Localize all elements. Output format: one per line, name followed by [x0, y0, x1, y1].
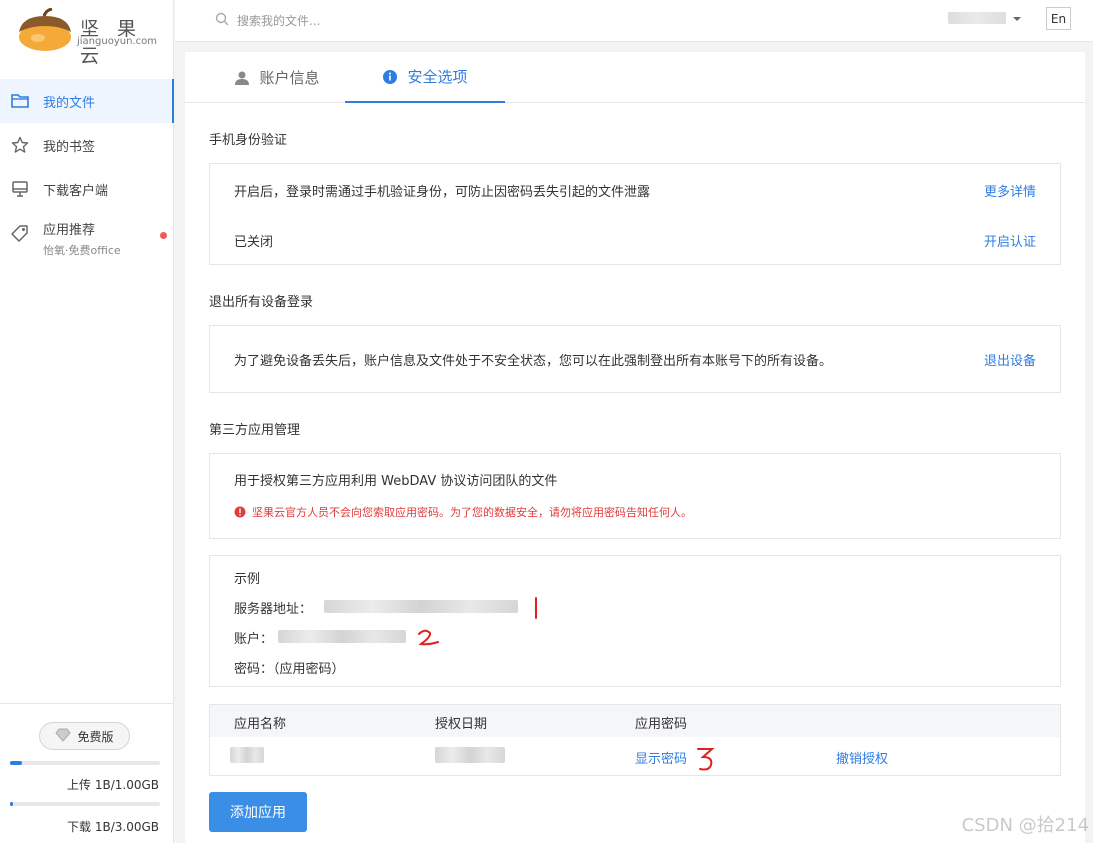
user-icon	[234, 70, 250, 86]
watermark: CSDN @拾214	[961, 815, 1089, 836]
upload-progress-fill	[10, 761, 22, 765]
download-progress-fill	[10, 802, 13, 806]
diamond-icon	[55, 728, 72, 745]
section-title-phone-auth: 手机身份验证	[209, 133, 288, 148]
example-heading: 示例	[234, 572, 261, 587]
sidebar-item-label: 我的书签	[43, 139, 96, 155]
sidebar-item-app-recommend[interactable]: 应用推荐 怡氧·免费office	[0, 211, 174, 263]
sidebar-item-bookmarks[interactable]: 我的书签	[0, 123, 174, 167]
add-app-button[interactable]: 添加应用	[209, 792, 307, 832]
sidebar-item-label: 下载客户端	[43, 183, 109, 199]
logo[interactable]: 坚 果 云 jianguoyun.com	[16, 8, 166, 67]
security-warning: 坚果云官方人员不会向您索取应用密码。为了您的数据安全，请勿将应用密码告知任何人。	[234, 504, 692, 520]
warning-text: 坚果云官方人员不会向您索取应用密码。为了您的数据安全，请勿将应用密码告知任何人。	[252, 506, 692, 519]
annotation-mark-2	[418, 629, 439, 646]
auth-date-redacted	[435, 747, 505, 763]
sidebar-item-label: 我的文件	[43, 95, 96, 111]
search-input[interactable]: 搜索我的文件...	[237, 12, 320, 29]
password-value: （应用密码）	[273, 662, 345, 677]
tag-icon	[10, 223, 30, 243]
logout-all-description: 为了避免设备丢失后，账户信息及文件处于不安全状态，您可以在此强制登出所有本账号下…	[234, 354, 833, 369]
sidebar: 坚 果 云 jianguoyun.com 我的文件 我的书签 下载客户端 应用推…	[0, 0, 174, 843]
folder-icon	[10, 91, 30, 111]
plan-badge[interactable]: 免费版	[39, 722, 130, 750]
upload-label: 上传 1B/1.00GB	[67, 778, 159, 792]
user-name-redacted[interactable]	[948, 12, 1006, 24]
monitor-icon	[10, 179, 30, 199]
phone-auth-box: 开启后，登录时需通过手机验证身份，可防止因密码丢失引起的文件泄露 更多详情 已关…	[209, 163, 1061, 265]
sidebar-item-my-files[interactable]: 我的文件	[0, 79, 174, 123]
annotation-mark-1	[535, 597, 537, 619]
tab-security-options[interactable]: 安全选项	[345, 52, 505, 103]
section-title-logout-all: 退出所有设备登录	[209, 295, 314, 310]
star-icon	[10, 135, 30, 155]
password-label: 密码：（应用密码）	[234, 662, 345, 677]
section-title-third-party: 第三方应用管理	[209, 423, 301, 438]
download-label: 下载 1B/3.00GB	[67, 820, 159, 834]
apps-table: 应用名称 授权日期 应用密码 显示密码 撤销授权	[209, 704, 1061, 776]
download-progress-bar	[10, 802, 160, 806]
example-box: 示例 服务器地址： 账户： 密码：（应用密码）	[209, 555, 1061, 687]
tab-label: 账户信息	[259, 69, 320, 87]
more-details-link[interactable]: 更多详情	[984, 181, 1036, 200]
phone-auth-status: 已关闭	[234, 235, 274, 250]
column-header-app-name: 应用名称	[234, 717, 287, 732]
logo-domain: jianguoyun.com	[77, 36, 157, 47]
plan-label: 免费版	[77, 729, 114, 744]
tab-bar: 账户信息 安全选项	[185, 52, 1085, 103]
search-icon	[215, 12, 229, 29]
info-icon	[382, 69, 398, 85]
notification-dot	[160, 232, 167, 239]
sidebar-item-label: 应用推荐	[43, 223, 96, 238]
tab-account-info[interactable]: 账户信息	[209, 52, 345, 103]
logout-all-box: 为了避免设备丢失后，账户信息及文件处于不安全状态，您可以在此强制登出所有本账号下…	[209, 325, 1061, 393]
show-password-link[interactable]: 显示密码	[635, 748, 687, 767]
third-party-info-box: 用于授权第三方应用利用 WebDAV 协议访问团队的文件 坚果云官方人员不会向您…	[209, 453, 1061, 539]
search-box[interactable]: 搜索我的文件...	[215, 12, 320, 29]
column-header-app-password: 应用密码	[635, 717, 688, 732]
sidebar-nav: 我的文件 我的书签 下载客户端 应用推荐 怡氧·免费office	[0, 79, 174, 263]
revoke-authorization-link[interactable]: 撤销授权	[836, 748, 888, 767]
server-address-redacted	[324, 600, 518, 613]
server-address-label: 服务器地址：	[234, 602, 313, 617]
language-button[interactable]: En	[1046, 7, 1071, 30]
tab-label: 安全选项	[407, 68, 468, 86]
third-party-description: 用于授权第三方应用利用 WebDAV 协议访问团队的文件	[234, 474, 558, 489]
upload-progress-bar	[10, 761, 160, 765]
sidebar-item-download-client[interactable]: 下载客户端	[0, 167, 174, 211]
top-header: 搜索我的文件... En	[175, 0, 1093, 42]
storage-panel: 免费版 上传 1B/1.00GB 下载 1B/3.00GB	[0, 703, 174, 843]
account-label: 账户：	[234, 632, 274, 647]
chevron-down-icon[interactable]	[1013, 17, 1021, 21]
logout-devices-link[interactable]: 退出设备	[984, 350, 1036, 369]
settings-card: 账户信息 安全选项 手机身份验证 开启后，登录时需通过手机验证身份，可防止因密码…	[185, 52, 1085, 843]
sidebar-item-sublabel: 怡氧·免费office	[43, 244, 121, 257]
annotation-mark-3	[697, 748, 715, 771]
phone-auth-description: 开启后，登录时需通过手机验证身份，可防止因密码丢失引起的文件泄露	[234, 185, 651, 200]
column-header-auth-date: 授权日期	[435, 717, 488, 732]
enable-auth-link[interactable]: 开启认证	[984, 231, 1036, 250]
app-name-redacted	[230, 747, 264, 763]
table-header: 应用名称 授权日期 应用密码	[210, 705, 1060, 737]
account-redacted	[278, 630, 406, 643]
alert-icon	[234, 506, 246, 518]
acorn-logo-icon	[19, 8, 71, 51]
